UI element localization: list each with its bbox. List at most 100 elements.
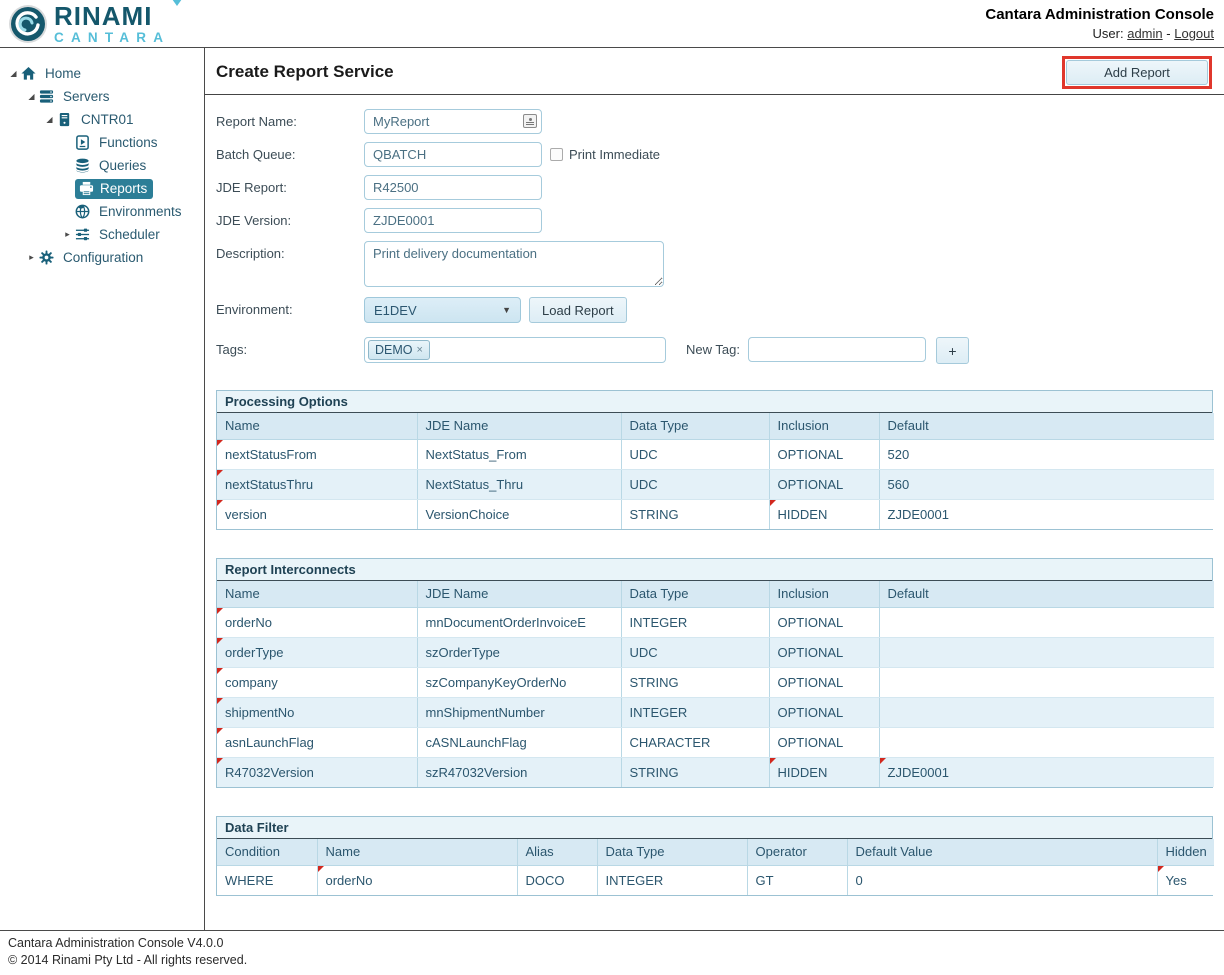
grid-cell[interactable]: UDC bbox=[621, 637, 769, 667]
grid-row[interactable]: versionVersionChoiceSTRINGHIDDENZJDE0001 bbox=[217, 499, 1214, 529]
grid-cell[interactable]: ZJDE0001 bbox=[879, 757, 1214, 787]
grid-row[interactable]: asnLaunchFlagcASNLaunchFlagCHARACTEROPTI… bbox=[217, 727, 1214, 757]
sidebar-item-home[interactable]: ◢Home bbox=[0, 62, 204, 85]
grid-cell[interactable]: orderNo bbox=[317, 865, 517, 895]
grid-cell[interactable]: nextStatusFrom bbox=[217, 439, 417, 469]
grid-cell[interactable]: INTEGER bbox=[621, 607, 769, 637]
grid-cell[interactable]: NextStatus_Thru bbox=[417, 469, 621, 499]
logo[interactable]: RINAMI CANTARA bbox=[8, 3, 170, 45]
grid-cell[interactable]: INTEGER bbox=[621, 697, 769, 727]
grid-cell[interactable]: cASNLaunchFlag bbox=[417, 727, 621, 757]
tag-chip-text: DEMO bbox=[375, 343, 413, 357]
grid-cell[interactable]: OPTIONAL bbox=[769, 637, 879, 667]
grid-cell[interactable]: 520 bbox=[879, 439, 1214, 469]
grid-cell[interactable]: version bbox=[217, 499, 417, 529]
report-name-input[interactable] bbox=[364, 109, 542, 134]
grid-cell[interactable]: HIDDEN bbox=[769, 499, 879, 529]
expand-arrow-icon[interactable]: ▸ bbox=[24, 252, 39, 263]
tags-container[interactable]: DEMO × bbox=[364, 337, 666, 363]
new-tag-input[interactable] bbox=[748, 337, 926, 362]
grid-cell[interactable]: DOCO bbox=[517, 865, 597, 895]
grid-cell[interactable] bbox=[879, 697, 1214, 727]
grid-row[interactable]: R47032VersionszR47032VersionSTRINGHIDDEN… bbox=[217, 757, 1214, 787]
grid-cell[interactable]: HIDDEN bbox=[769, 757, 879, 787]
add-report-button[interactable]: Add Report bbox=[1066, 60, 1208, 85]
sidebar-item-cntr01[interactable]: ◢CNTR01 bbox=[0, 108, 204, 131]
sidebar-item-servers[interactable]: ◢Servers bbox=[0, 85, 204, 108]
sidebar-item-configuration[interactable]: ▸Configuration bbox=[0, 246, 204, 269]
grid-cell[interactable]: szCompanyKeyOrderNo bbox=[417, 667, 621, 697]
description-textarea[interactable]: Print delivery documentation bbox=[364, 241, 664, 287]
grid-cell[interactable]: szOrderType bbox=[417, 637, 621, 667]
grid-cell[interactable]: ZJDE0001 bbox=[879, 499, 1214, 529]
grid-cell[interactable]: szR47032Version bbox=[417, 757, 621, 787]
add-tag-button[interactable]: + bbox=[936, 337, 969, 364]
grid-cell[interactable]: orderNo bbox=[217, 607, 417, 637]
expand-arrow-icon[interactable]: ▸ bbox=[60, 229, 75, 240]
print-immediate-checkbox[interactable] bbox=[550, 148, 563, 161]
grid-cell[interactable]: OPTIONAL bbox=[769, 607, 879, 637]
jde-version-input[interactable] bbox=[364, 208, 542, 233]
grid-row[interactable]: nextStatusFromNextStatus_FromUDCOPTIONAL… bbox=[217, 439, 1214, 469]
sidebar-item-scheduler[interactable]: ▸Scheduler bbox=[0, 223, 204, 246]
autofill-icon[interactable] bbox=[523, 114, 537, 128]
grid-cell[interactable]: shipmentNo bbox=[217, 697, 417, 727]
grid-cell[interactable]: STRING bbox=[621, 499, 769, 529]
grid-cell[interactable]: orderType bbox=[217, 637, 417, 667]
logout-link[interactable]: Logout bbox=[1174, 26, 1214, 41]
grid-cell[interactable]: OPTIONAL bbox=[769, 439, 879, 469]
grid-cell[interactable]: OPTIONAL bbox=[769, 667, 879, 697]
grid-cell[interactable]: INTEGER bbox=[597, 865, 747, 895]
grid-cell[interactable]: STRING bbox=[621, 757, 769, 787]
grid-cell[interactable]: mnShipmentNumber bbox=[417, 697, 621, 727]
tag-chip[interactable]: DEMO × bbox=[368, 340, 430, 360]
column-header: Default Value bbox=[847, 839, 1157, 865]
collapse-arrow-icon[interactable]: ◢ bbox=[42, 115, 57, 124]
grid-row[interactable]: nextStatusThruNextStatus_ThruUDCOPTIONAL… bbox=[217, 469, 1214, 499]
grid-row[interactable]: orderTypeszOrderTypeUDCOPTIONAL bbox=[217, 637, 1214, 667]
sidebar-item-label: Environments bbox=[95, 203, 186, 220]
grid-cell[interactable]: CHARACTER bbox=[621, 727, 769, 757]
grid-cell[interactable]: VersionChoice bbox=[417, 499, 621, 529]
collapse-arrow-icon[interactable]: ◢ bbox=[24, 92, 39, 101]
tag-remove-icon[interactable]: × bbox=[417, 344, 423, 356]
grid-cell[interactable]: mnDocumentOrderInvoiceE bbox=[417, 607, 621, 637]
grid-cell[interactable]: asnLaunchFlag bbox=[217, 727, 417, 757]
grid-cell[interactable]: NextStatus_From bbox=[417, 439, 621, 469]
grid-cell[interactable] bbox=[879, 607, 1214, 637]
jde-report-input[interactable] bbox=[364, 175, 542, 200]
load-report-button[interactable]: Load Report bbox=[529, 297, 627, 323]
sidebar-item-queries[interactable]: Queries bbox=[0, 154, 204, 177]
jde-version-label: JDE Version: bbox=[216, 208, 364, 228]
grid-cell[interactable]: OPTIONAL bbox=[769, 697, 879, 727]
grid-row[interactable]: shipmentNomnShipmentNumberINTEGEROPTIONA… bbox=[217, 697, 1214, 727]
grid-cell[interactable]: 0 bbox=[847, 865, 1157, 895]
sidebar-item-environments[interactable]: Environments bbox=[0, 200, 204, 223]
grid-cell[interactable]: UDC bbox=[621, 439, 769, 469]
grid-cell[interactable]: nextStatusThru bbox=[217, 469, 417, 499]
sidebar-item-functions[interactable]: Functions bbox=[0, 131, 204, 154]
grid-cell[interactable]: company bbox=[217, 667, 417, 697]
grid-row[interactable]: orderNomnDocumentOrderInvoiceEINTEGEROPT… bbox=[217, 607, 1214, 637]
grid-cell[interactable]: OPTIONAL bbox=[769, 469, 879, 499]
grid-row[interactable]: WHEREorderNoDOCOINTEGERGT0Yes bbox=[217, 865, 1214, 895]
batch-queue-input[interactable] bbox=[364, 142, 542, 167]
grid-cell[interactable]: WHERE bbox=[217, 865, 317, 895]
collapse-arrow-icon[interactable]: ◢ bbox=[6, 69, 21, 78]
grid-cell[interactable]: UDC bbox=[621, 469, 769, 499]
grid-cell[interactable]: OPTIONAL bbox=[769, 727, 879, 757]
grid-cell[interactable]: R47032Version bbox=[217, 757, 417, 787]
grid-cell[interactable] bbox=[879, 727, 1214, 757]
grid-cell[interactable]: 560 bbox=[879, 469, 1214, 499]
grid-cell[interactable] bbox=[879, 667, 1214, 697]
sidebar-item-reports[interactable]: Reports bbox=[0, 177, 204, 200]
column-header: Name bbox=[217, 413, 417, 439]
grid-cell[interactable] bbox=[879, 637, 1214, 667]
grid-cell[interactable]: STRING bbox=[621, 667, 769, 697]
grid-cell[interactable]: Yes bbox=[1157, 865, 1214, 895]
grid-row[interactable]: companyszCompanyKeyOrderNoSTRINGOPTIONAL bbox=[217, 667, 1214, 697]
selected-item-pill[interactable]: Reports bbox=[75, 179, 153, 199]
environment-select[interactable]: E1DEV ▼ bbox=[364, 297, 521, 323]
grid-cell[interactable]: GT bbox=[747, 865, 847, 895]
user-link[interactable]: admin bbox=[1127, 26, 1162, 41]
